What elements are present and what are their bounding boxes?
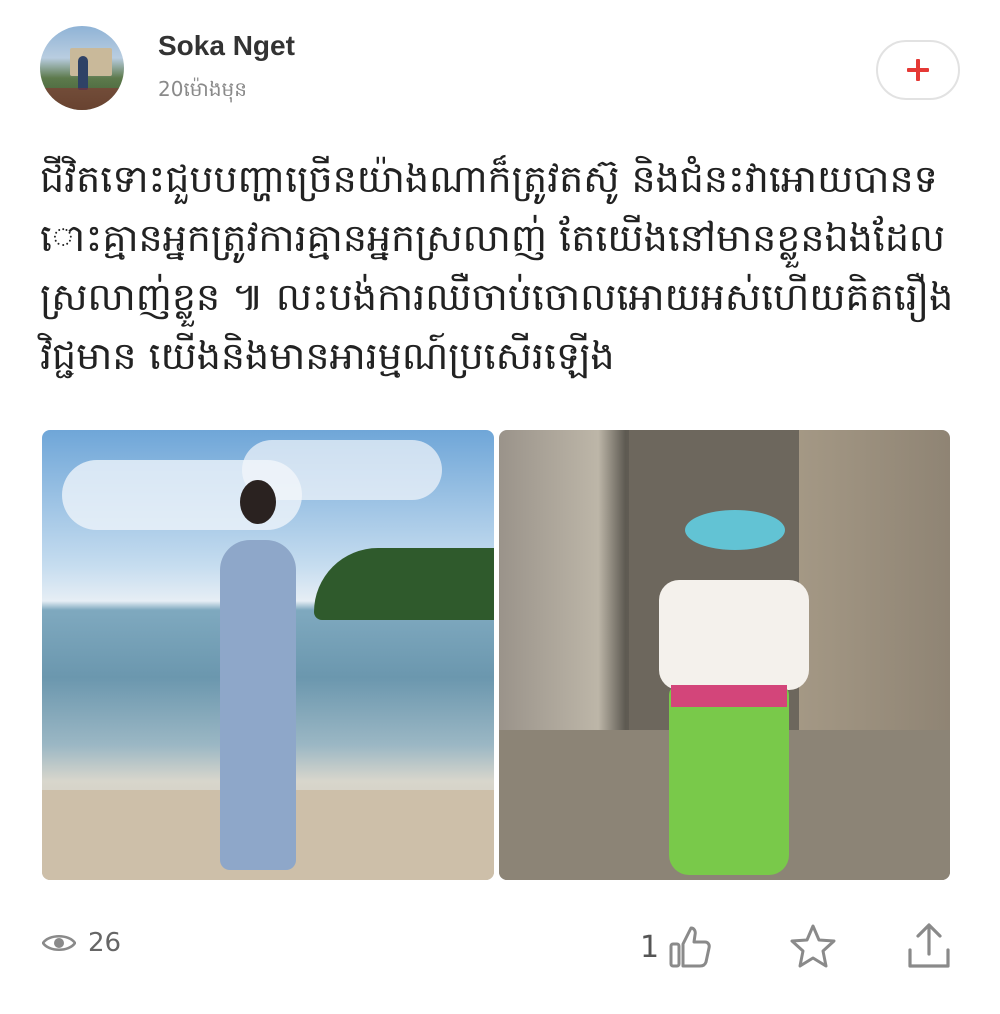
photo-woman-sash [671,685,787,707]
view-counter: 26 [42,928,121,958]
photo-woman [649,510,819,880]
follow-button[interactable] [876,40,960,100]
like-count: 1 [640,929,660,965]
post-photo-beach[interactable] [42,430,494,880]
photo-island [314,548,494,620]
post-photo-temple[interactable] [499,430,950,880]
photo-woman-head [240,480,276,524]
photo-woman-hat [685,510,785,550]
avatar-person [78,56,88,90]
photo-woman-dress [220,540,296,870]
avatar[interactable] [40,26,124,110]
view-count: 26 [88,928,122,958]
avatar-building [70,48,112,76]
post-card: Soka Nget 20ម៉ោងមុន ជីវិតទោះជួបបញ្ហាច្រើ… [0,0,1000,1014]
like-button[interactable]: 1 [640,924,713,970]
thumbs-up-icon [669,926,711,968]
author-name[interactable]: Soka Nget [158,30,295,62]
share-button[interactable] [904,920,954,976]
post-text: ជីវិតទោះជួបបញ្ហាច្រើនយ៉ាងណាក៏ត្រូវតស៊ូ ន… [40,157,954,378]
favorite-button[interactable] [788,922,838,976]
share-icon [908,923,950,968]
photo-woman [210,480,298,880]
star-icon [790,924,836,968]
avatar-ground [40,88,124,110]
plus-icon [907,59,929,81]
eye-icon [42,934,76,952]
photo-woman-shirt [659,580,809,690]
post-time: 20ម៉ោងមុន [158,77,247,101]
photo-woman-skirt [669,685,789,875]
